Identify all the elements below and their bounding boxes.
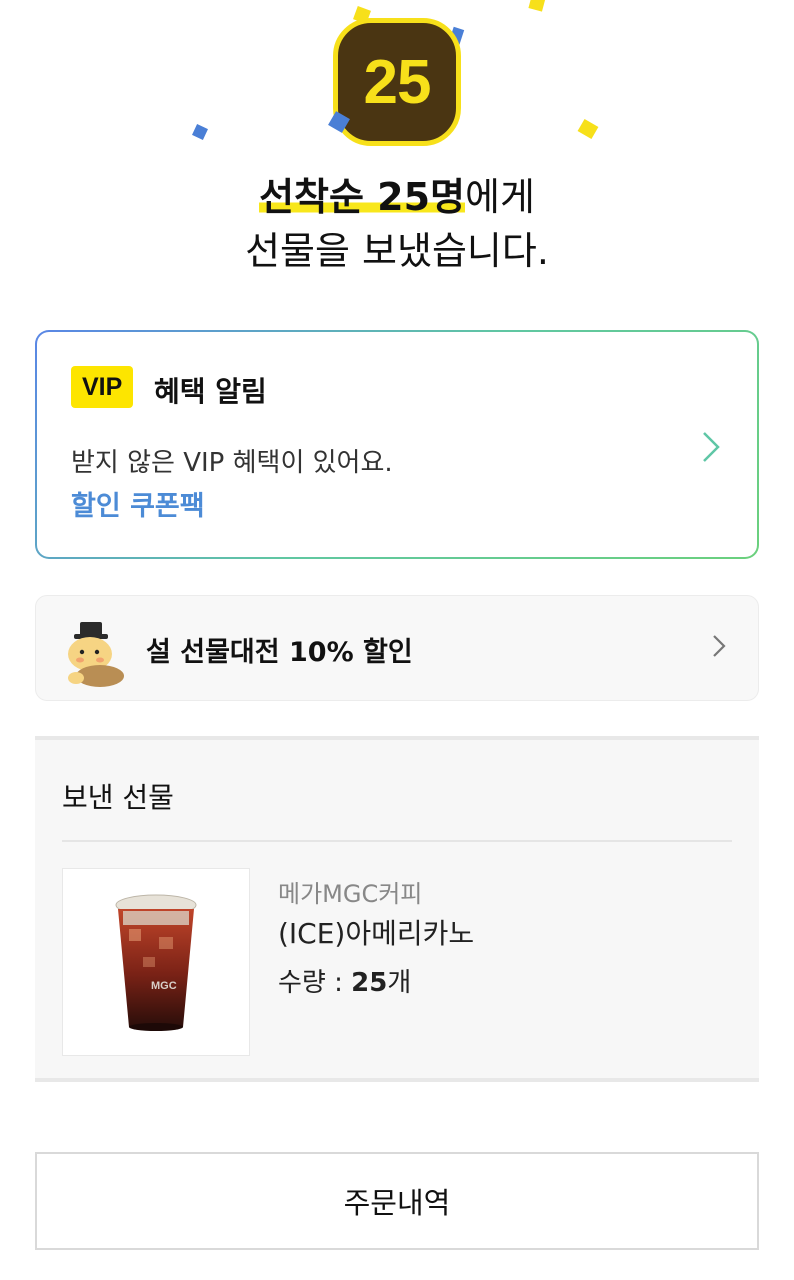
confetti-piece: [577, 118, 599, 140]
coupon-pack-link[interactable]: 할인 쿠폰팩: [71, 484, 205, 523]
vip-card-title: 혜택 알림: [154, 375, 267, 408]
headline-line2: 선물을 보냈습니다.: [245, 229, 549, 273]
chevron-right-icon: [701, 430, 721, 468]
gift-count-badge: 25: [333, 18, 461, 146]
vip-benefit-card[interactable]: VIP 혜택 알림 받지 않은 VIP 혜택이 있어요. 할인 쿠폰팩: [35, 330, 759, 559]
divider: [62, 840, 732, 842]
order-history-label: 주문내역: [343, 1186, 451, 1220]
vip-tag: VIP: [71, 366, 134, 408]
sent-gift-section: 보낸 선물 MGC 메가MGC커피 (ICE)아메리카노 수량 : 25개: [35, 736, 759, 1082]
product-image: MGC: [62, 868, 250, 1056]
confetti-piece: [528, 0, 546, 12]
headline-highlight: 선착순 25명: [259, 175, 466, 219]
chevron-right-icon: [712, 634, 726, 662]
promo-label: 설 선물대전 10% 할인: [146, 637, 413, 668]
product-quantity: 수량 : 25개: [278, 962, 411, 999]
headline-line1-rest: 에게: [465, 175, 535, 219]
order-history-button[interactable]: 주문내역: [35, 1152, 759, 1250]
svg-text:MGC: MGC: [151, 980, 177, 992]
mascot-character-icon: [60, 610, 136, 694]
product-name: (ICE)아메리카노: [278, 917, 475, 950]
section-title: 보낸 선물: [62, 781, 174, 814]
page-headline: 선착순 25명에게 선물을 보냈습니다.: [0, 170, 794, 278]
quantity-unit: 개: [387, 968, 412, 998]
vip-card-message: 받지 않은 VIP 혜택이 있어요.: [71, 448, 393, 478]
badge-count: 25: [363, 47, 432, 117]
product-brand: 메가MGC커피: [278, 880, 423, 908]
quantity-label: 수량 :: [278, 968, 352, 998]
promo-banner[interactable]: 설 선물대전 10% 할인: [35, 595, 759, 701]
confetti-piece: [192, 124, 208, 140]
quantity-value: 25: [351, 968, 388, 998]
